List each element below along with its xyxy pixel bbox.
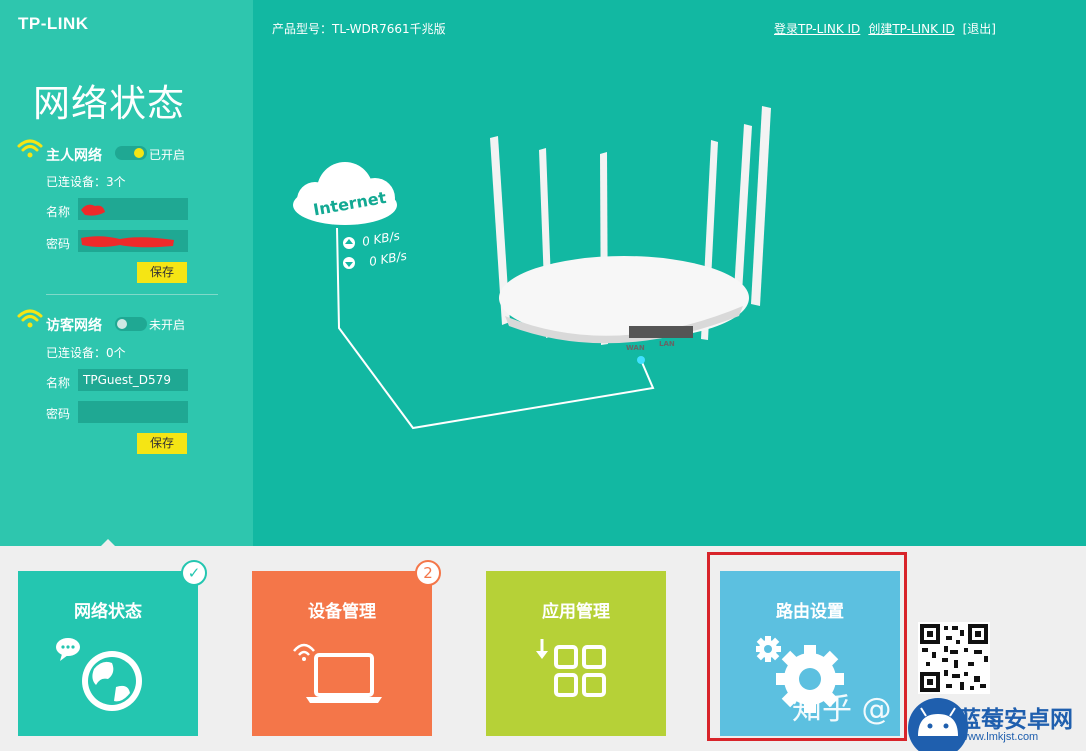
notification-badge: 2: [415, 560, 441, 586]
sidebar: TP-LINK 网络状态 主人网络 已开启 已连设备：3个 名称 密码 保存 访…: [0, 0, 253, 546]
main-password-label: 密码: [46, 237, 71, 251]
tile-device-management[interactable]: 设备管理: [252, 571, 432, 736]
toggle-knob: [117, 319, 127, 329]
site-brand-url: www.lmkjst.com: [960, 731, 1039, 743]
wifi-icon: [17, 139, 43, 158]
tile-title: 网络状态: [74, 602, 142, 622]
main-save-button[interactable]: 保存: [137, 262, 187, 283]
main-network-status: 已开启: [149, 148, 186, 162]
logout-link[interactable]: [退出]: [963, 22, 996, 36]
create-account-link[interactable]: 创建TP-LINK ID: [868, 22, 954, 36]
tile-title: 应用管理: [542, 602, 610, 622]
guest-password-label: 密码: [46, 407, 71, 421]
guest-network-title: 访客网络: [46, 318, 102, 334]
globe-icon: [56, 638, 142, 711]
model-number: 产品型号：TL-WDR7661千兆版: [272, 22, 446, 36]
account-links: 登录TP-LINK ID 创建TP-LINK ID [退出]: [774, 20, 996, 37]
divider: [46, 294, 218, 295]
guest-connected-count: 已连设备：0个: [46, 346, 126, 360]
toggle-knob: [134, 148, 144, 158]
login-link[interactable]: 登录TP-LINK ID: [774, 22, 860, 36]
main-network-toggle[interactable]: [115, 146, 147, 160]
main-connected-count: 已连设备：3个: [46, 175, 126, 189]
guest-name-input[interactable]: TPGuest_D579: [78, 369, 188, 391]
status-panel: TP-LINK 网络状态 主人网络 已开启 已连设备：3个 名称 密码 保存 访…: [0, 0, 1086, 546]
wan-label: WAN: [626, 344, 645, 352]
tplink-logo: TP-LINK: [18, 14, 89, 33]
status-badge: ✓: [181, 560, 207, 586]
tile-app-management[interactable]: 应用管理: [486, 571, 666, 736]
page-title: 网络状态: [33, 82, 185, 125]
guest-save-button[interactable]: 保存: [137, 433, 187, 454]
guest-password-input[interactable]: [78, 401, 188, 423]
apps-grid-icon: [536, 639, 606, 697]
laptop-icon: [293, 643, 382, 703]
network-diagram: Internet 0 KB/s 0 KB/s WAN LAN: [293, 106, 771, 430]
qr-code: [918, 622, 990, 694]
tile-title: 设备管理: [308, 602, 376, 622]
guest-network-toggle[interactable]: [115, 317, 147, 331]
watermark-text: 知乎 @: [792, 692, 892, 727]
port-indicator: [637, 356, 645, 364]
download-speed: 0 KB/s: [368, 249, 408, 269]
lan-label: LAN: [659, 340, 675, 348]
guest-network-status: 未开启: [149, 318, 186, 332]
site-brand-name: 蓝莓安卓网: [958, 707, 1073, 733]
tile-network-status[interactable]: 网络状态: [18, 571, 198, 736]
active-tile-pointer: [97, 539, 119, 550]
main-network-title: 主人网络: [46, 148, 102, 164]
guest-name-label: 名称: [46, 376, 71, 390]
redaction-mark: [81, 204, 105, 216]
router-image: WAN LAN: [490, 106, 771, 352]
wifi-icon: [17, 309, 43, 328]
redaction-mark: [81, 236, 174, 248]
upload-speed: 0 KB/s: [361, 229, 401, 249]
main-name-label: 名称: [46, 205, 71, 219]
